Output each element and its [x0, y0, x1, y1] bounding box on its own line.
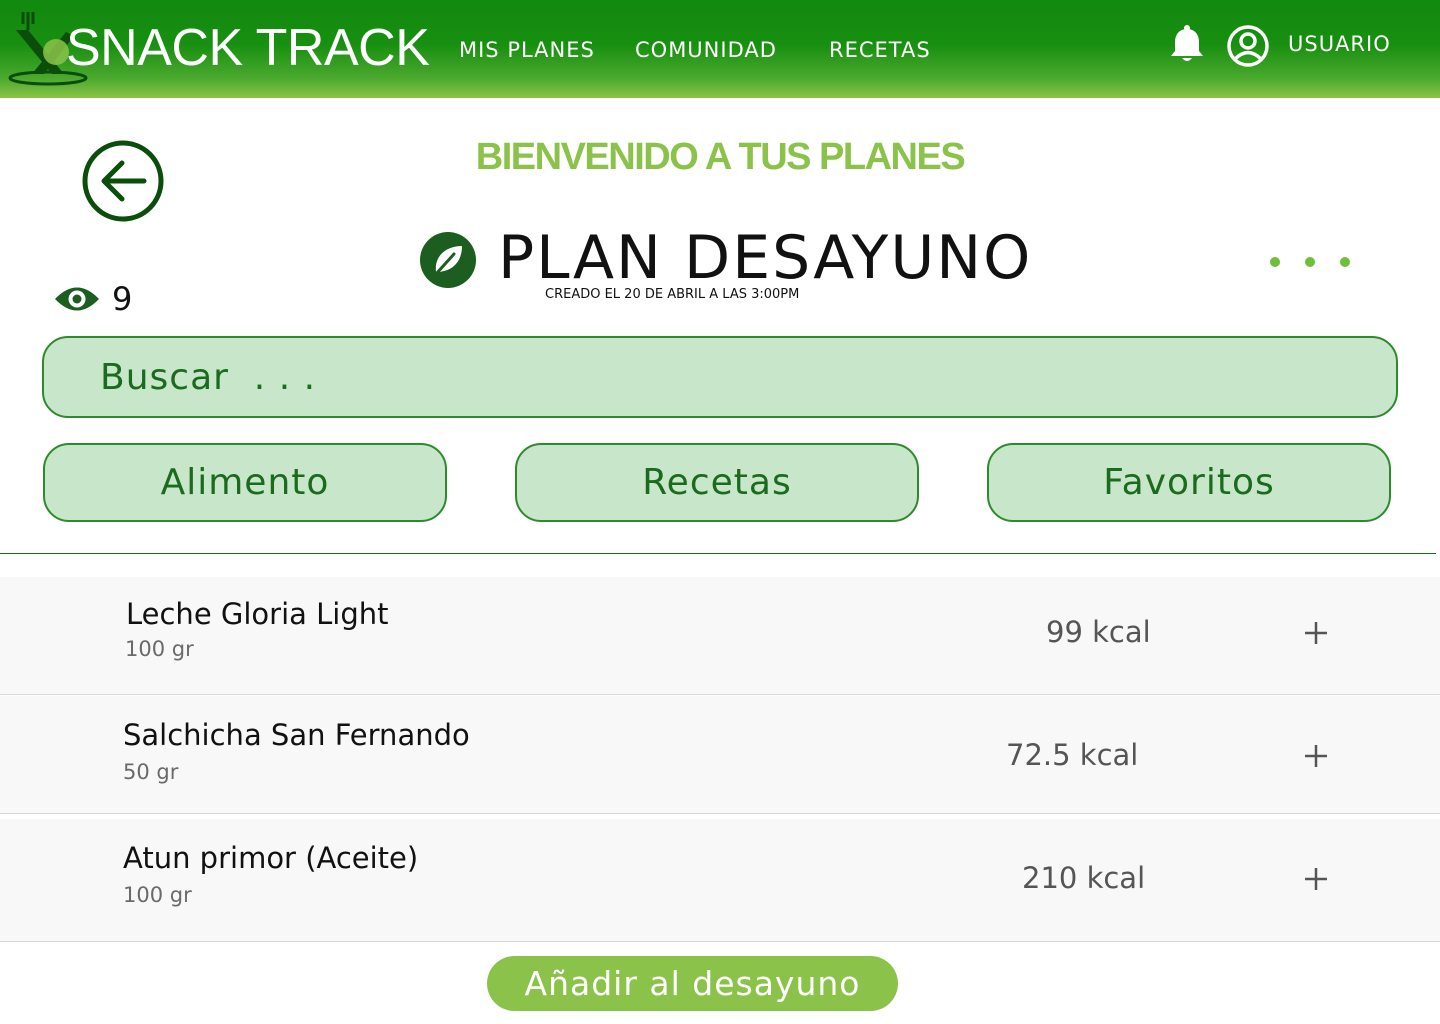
leaf-icon: [420, 232, 476, 288]
views-count: 9: [112, 280, 133, 318]
search-input[interactable]: [42, 336, 1398, 418]
filter-alimento-button[interactable]: Alimento: [43, 443, 447, 522]
add-plus-icon[interactable]: [1300, 617, 1332, 649]
page-welcome-heading: BIENVENIDO A TUS PLANES: [475, 136, 966, 178]
food-list-item[interactable]: Leche Gloria Light 100 gr 99 kcal: [0, 577, 1440, 695]
add-plus-icon[interactable]: [1300, 740, 1332, 772]
food-list-item[interactable]: Salchicha San Fernando 50 gr 72.5 kcal: [0, 696, 1440, 814]
add-plus-icon[interactable]: [1300, 863, 1332, 895]
food-calories: 210 kcal: [1022, 861, 1146, 895]
user-circle-icon[interactable]: [1226, 24, 1270, 68]
food-calories: 72.5 kcal: [1006, 738, 1139, 772]
food-quantity: 50 gr: [123, 760, 179, 784]
section-divider: [0, 553, 1436, 554]
add-to-breakfast-button[interactable]: Añadir al desayuno: [487, 956, 898, 1011]
food-name: Salchicha San Fernando: [123, 718, 470, 752]
user-menu-label[interactable]: USUARIO: [1288, 32, 1391, 56]
eye-icon: [55, 287, 99, 311]
filter-favoritos-button[interactable]: Favoritos: [987, 443, 1391, 522]
food-name: Leche Gloria Light: [126, 597, 389, 631]
filter-recetas-button[interactable]: Recetas: [515, 443, 919, 522]
food-quantity: 100 gr: [123, 883, 192, 907]
nav-comunidad[interactable]: COMUNIDAD: [635, 38, 777, 62]
brand-title[interactable]: SNACK TRACK: [66, 18, 430, 78]
plan-created-date: CREADO EL 20 DE ABRIL A LAS 3:00PM: [545, 287, 800, 302]
food-list-item[interactable]: Atun primor (Aceite) 100 gr 210 kcal: [0, 819, 1440, 942]
nav-recetas[interactable]: RECETAS: [829, 38, 931, 62]
food-name: Atun primor (Aceite): [123, 841, 419, 875]
more-options-icon[interactable]: [1262, 250, 1358, 274]
nav-mis-planes[interactable]: MIS PLANES: [459, 38, 595, 62]
food-calories: 99 kcal: [1046, 615, 1151, 649]
top-nav-bar: SNACK TRACK MIS PLANES COMUNIDAD RECETAS…: [0, 0, 1440, 98]
plan-title: PLAN DESAYUNO: [498, 223, 1033, 293]
food-quantity: 100 gr: [125, 637, 194, 661]
bell-icon[interactable]: [1166, 24, 1208, 66]
